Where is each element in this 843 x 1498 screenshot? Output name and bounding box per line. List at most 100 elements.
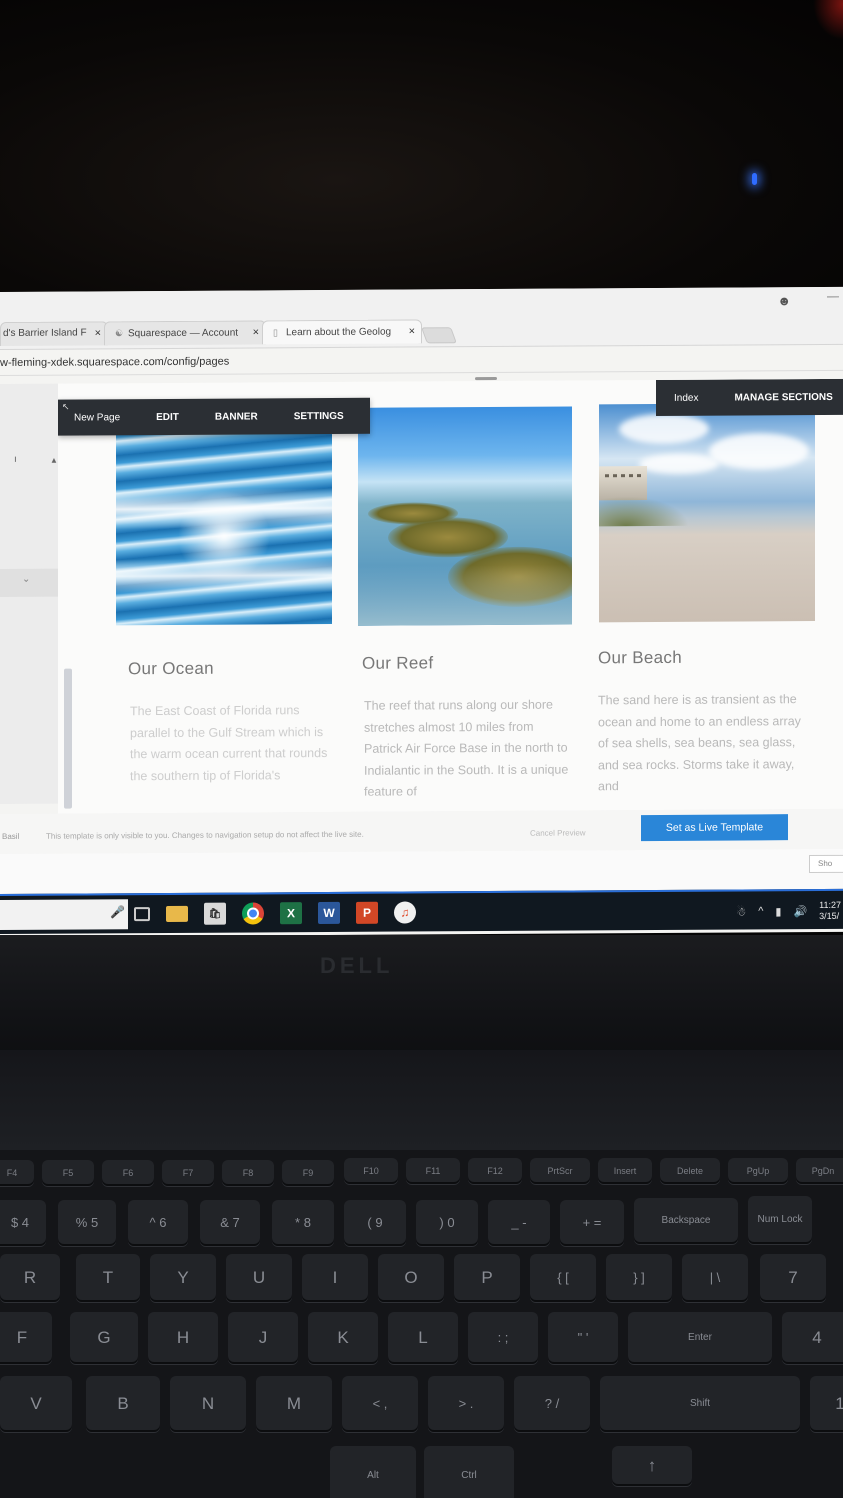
caret-up-icon[interactable]: ▲ [50,456,58,465]
key-minus[interactable]: _ - [488,1200,550,1246]
key-numpad-7[interactable]: 7 [760,1254,826,1302]
key-comma[interactable]: < , [342,1376,418,1432]
key-f8[interactable]: F8 [222,1160,274,1186]
show-button[interactable]: Sho [809,854,843,874]
scrollbar[interactable] [64,668,72,809]
word-icon[interactable]: W [318,901,340,925]
tab-label: Learn about the Geolog [286,326,392,339]
drag-handle[interactable] [475,376,497,381]
tab-close-icon[interactable]: × [253,321,259,343]
key-o[interactable]: O [378,1254,444,1302]
key-left-bracket[interactable]: { [ [530,1254,596,1302]
key-slash[interactable]: ? / [514,1376,590,1432]
tab-close-icon[interactable]: × [409,320,415,342]
key-num-lock[interactable]: Num Lock [748,1196,812,1244]
key-f10[interactable]: F10 [344,1158,398,1184]
key-f6[interactable]: F6 [102,1160,154,1186]
browser-tab[interactable]: d's Barrier Island F × [0,321,108,346]
key-b[interactable]: B [86,1376,160,1432]
column-title: Our Beach [598,647,682,668]
key-f9[interactable]: F9 [282,1160,334,1186]
key-j[interactable]: J [228,1312,298,1364]
edit-button[interactable]: EDIT [138,411,197,422]
key-f[interactable]: F [0,1312,52,1364]
key-alt[interactable]: Alt [330,1446,416,1498]
key-quote[interactable]: " ' [548,1312,618,1364]
powerpoint-icon[interactable]: P [356,901,378,924]
key-f12[interactable]: F12 [468,1158,522,1184]
volume-icon[interactable]: 🔊 [793,905,807,918]
key-f5[interactable]: F5 [42,1160,94,1186]
chrome-icon[interactable] [242,902,264,925]
key-n[interactable]: N [170,1376,246,1432]
key-8[interactable]: * 8 [272,1200,334,1246]
key-prtscr[interactable]: PrtScr [530,1158,590,1184]
key-pgup[interactable]: PgUp [728,1158,788,1184]
key-right-bracket[interactable]: } ] [606,1254,672,1302]
key-u[interactable]: U [226,1254,292,1302]
browser-tab[interactable]: ☯ Squarespace — Account × [104,320,266,346]
key-7[interactable]: & 7 [200,1200,260,1246]
profile-icon[interactable]: ☻ [777,293,791,308]
key-numpad-4[interactable]: 4 [782,1312,843,1364]
key-f11[interactable]: F11 [406,1158,460,1184]
key-r[interactable]: R [0,1254,60,1302]
key-backslash[interactable]: | \ [682,1254,748,1302]
key-9[interactable]: ( 9 [344,1200,406,1246]
key-backspace[interactable]: Backspace [634,1198,738,1244]
new-page-button[interactable]: New Page [74,412,138,423]
key-period[interactable]: > . [428,1376,504,1432]
key-pgdn[interactable]: PgDn [796,1158,843,1184]
banner-button[interactable]: BANNER [197,411,276,422]
key-delete[interactable]: Delete [660,1158,720,1184]
key-0[interactable]: ) 0 [416,1200,478,1246]
collapse-arrow-icon[interactable]: ↖ [62,402,70,413]
clock[interactable]: 11:27 3/15/ [819,900,841,922]
set-live-template-button[interactable]: Set as Live Template [641,814,788,842]
chevron-down-icon[interactable]: ⌄ [22,574,30,585]
people-icon[interactable]: ☃ [736,905,746,918]
key-m[interactable]: M [256,1376,332,1432]
key-y[interactable]: Y [150,1254,216,1302]
minimize-button[interactable]: — [827,289,839,303]
key-p[interactable]: P [454,1254,520,1302]
itunes-icon[interactable]: ♫ [394,901,416,924]
key-f4[interactable]: F4 [0,1160,34,1186]
key-5[interactable]: % 5 [58,1200,116,1246]
index-button[interactable]: Index [656,392,714,403]
key-f7[interactable]: F7 [162,1160,214,1186]
battery-icon[interactable]: ▮ [775,905,781,918]
key-t[interactable]: T [76,1254,140,1302]
microphone-icon[interactable]: 🎤 [110,905,125,919]
chevron-up-icon[interactable]: ^ [758,905,763,917]
taskbar-search-box[interactable] [0,899,128,930]
key-h[interactable]: H [148,1312,218,1364]
task-view-icon[interactable] [134,907,150,922]
key-g[interactable]: G [70,1312,138,1364]
store-icon[interactable]: 🛍 [204,902,226,925]
key-ctrl[interactable]: Ctrl [424,1446,514,1498]
browser-tab-active[interactable]: ▯ Learn about the Geolog × [262,319,422,345]
key-k[interactable]: K [308,1312,378,1364]
cancel-preview-button[interactable]: Cancel Preview [530,828,586,837]
key-enter[interactable]: Enter [628,1312,772,1364]
key-shift[interactable]: Shift [600,1376,800,1432]
key-semicolon[interactable]: : ; [468,1312,538,1364]
new-tab-button[interactable] [421,327,457,344]
tab-close-icon[interactable]: × [95,322,101,344]
key-4[interactable]: $ 4 [0,1200,46,1246]
key-insert[interactable]: Insert [598,1158,652,1184]
excel-icon[interactable]: X [280,902,302,925]
page-bottom: Sho [0,848,843,894]
file-explorer-icon[interactable] [166,905,188,922]
manage-sections-button[interactable]: MANAGE SECTIONS [714,391,832,403]
key-i[interactable]: I [302,1254,368,1302]
key-arrow-up[interactable]: ↑ [612,1446,692,1486]
address-bar[interactable]: w-fleming-xdek.squarespace.com/config/pa… [0,353,229,374]
key-numpad-1[interactable]: 1 [810,1376,843,1432]
key-l[interactable]: L [388,1312,458,1364]
key-v[interactable]: V [0,1376,72,1432]
key-6[interactable]: ^ 6 [128,1200,188,1246]
key-equals[interactable]: + = [560,1200,624,1246]
settings-button[interactable]: SETTINGS [276,410,362,422]
